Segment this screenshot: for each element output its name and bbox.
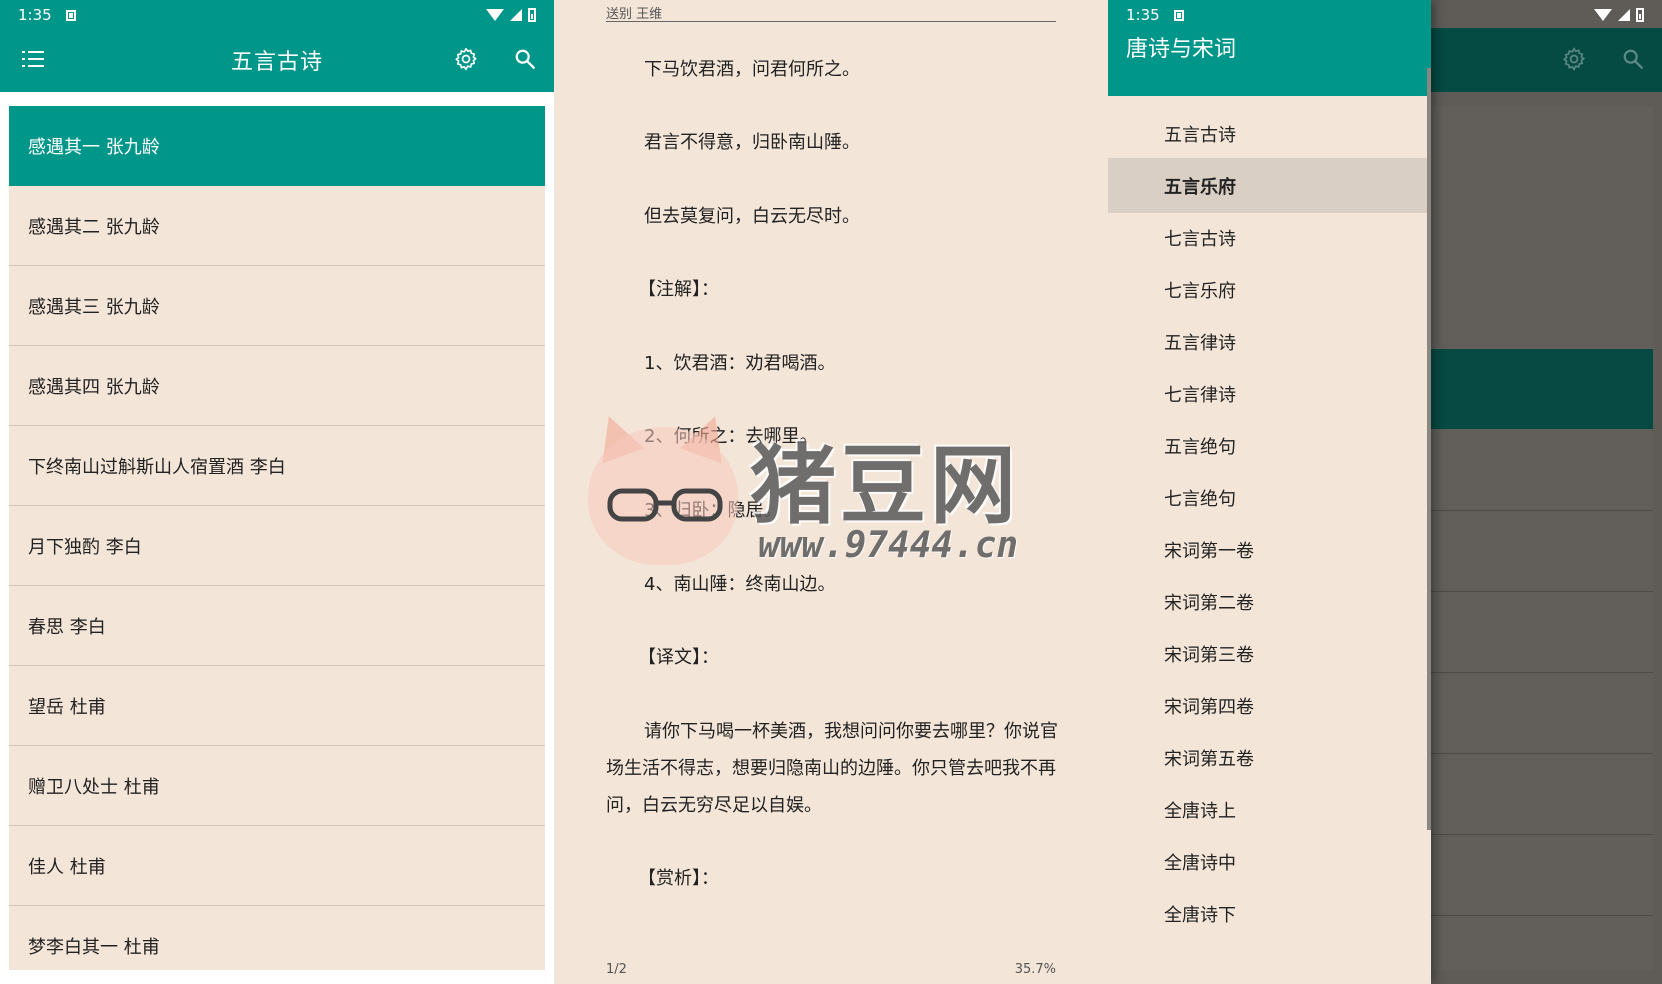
note-line: 3、归卧：隐居。 bbox=[644, 500, 782, 521]
notification-icon bbox=[1173, 9, 1184, 21]
status-time: 1:35 bbox=[1126, 6, 1160, 24]
navigation-drawer: 1:35 唐诗与宋词 五言古诗五言乐府七言古诗七言乐府五言律诗七言律诗五言绝句七… bbox=[1108, 0, 1644, 984]
notes-heading: 【注解】： bbox=[638, 279, 719, 300]
drawer-item[interactable]: 宋词第二卷 bbox=[1108, 574, 1431, 629]
note-line: 4、南山陲：终南山边。 bbox=[644, 574, 836, 595]
list-item[interactable]: 赠卫八处士 杜甫 bbox=[9, 746, 545, 826]
list-item-label: 感遇其三 张九龄 bbox=[28, 296, 160, 318]
drawer-item-label: 全唐诗下 bbox=[1164, 904, 1236, 926]
progress-indicator: 35.7% bbox=[1014, 962, 1056, 977]
drawer-item-label: 宋词第二卷 bbox=[1164, 592, 1254, 614]
list-item[interactable]: 感遇其四 张九龄 bbox=[9, 346, 545, 426]
list-item-label: 感遇其四 张九龄 bbox=[28, 376, 160, 398]
list-item-label: 感遇其一 张九龄 bbox=[28, 137, 160, 158]
drawer-item[interactable]: 七言乐府 bbox=[1108, 262, 1431, 317]
drawer-item-label: 全唐诗上 bbox=[1164, 800, 1236, 822]
drawer-item-label: 宋词第三卷 bbox=[1164, 644, 1254, 666]
list-item[interactable]: 下终南山过斛斯山人宿置酒 李白 bbox=[9, 426, 545, 506]
poem-list-screen: 1:35 五言古诗 感遇其一 张九龄 感遇其二 张九龄 感遇其三 张九龄 感遇其四 张… bbox=[0, 0, 554, 984]
drawer-item[interactable]: 五言乐府 bbox=[1108, 158, 1431, 213]
poem-line: 君言不得意，归卧南山陲。 bbox=[644, 132, 860, 153]
list-item-label: 感遇其二 张九龄 bbox=[28, 216, 160, 238]
drawer-item[interactable]: 全唐诗下 bbox=[1108, 886, 1431, 941]
poem-line: 但去莫复问，白云无尽时。 bbox=[644, 206, 860, 227]
wifi-icon bbox=[1594, 9, 1612, 21]
drawer-header: 1:35 唐诗与宋词 bbox=[1108, 0, 1644, 96]
drawer-item[interactable]: 五言古诗 bbox=[1108, 106, 1431, 161]
drawer-item[interactable]: 七言绝句 bbox=[1108, 470, 1431, 525]
drawer-item[interactable]: 七言律诗 bbox=[1108, 366, 1431, 421]
reader-header: 送别 王维 bbox=[606, 7, 663, 22]
list-item-label: 赠卫八处士 杜甫 bbox=[28, 776, 160, 798]
list-item[interactable]: 望岳 杜甫 bbox=[9, 666, 545, 746]
drawer-title: 唐诗与宋词 bbox=[1126, 37, 1237, 62]
list-item[interactable]: 梦李白其一 杜甫 bbox=[9, 906, 545, 970]
drawer-screen: 1:35 唐诗与宋词 五言古诗五言乐府七言古诗七言乐府五言律诗七言律诗五言绝句七… bbox=[1108, 0, 1662, 984]
list-item-label: 望岳 杜甫 bbox=[28, 696, 106, 718]
notification-icon bbox=[65, 9, 76, 21]
drawer-item[interactable]: 七言古诗 bbox=[1108, 210, 1431, 265]
status-bar: 1:35 bbox=[1108, 0, 1662, 30]
list-item-label: 佳人 杜甫 bbox=[28, 856, 106, 878]
list-item[interactable]: 感遇其一 张九龄 bbox=[9, 106, 545, 186]
settings-gear-icon bbox=[1562, 47, 1586, 71]
list-item[interactable]: 感遇其三 张九龄 bbox=[9, 266, 545, 346]
drawer-item-label: 七言律诗 bbox=[1164, 384, 1236, 406]
drawer-item[interactable]: 宋词第四卷 bbox=[1108, 678, 1431, 733]
translation-text: 请你下马喝一杯美酒，我想问问你要去哪里？你说官场生活不得志，想要归隐南山的边陲。… bbox=[606, 721, 1058, 816]
poem-list[interactable]: 感遇其一 张九龄 感遇其二 张九龄 感遇其三 张九龄 感遇其四 张九龄下终南山过斛斯山… bbox=[9, 106, 545, 970]
drawer-item-label: 五言乐府 bbox=[1164, 176, 1236, 198]
app-bar: 1:35 五言古诗 bbox=[0, 0, 554, 92]
page-indicator: 1/2 bbox=[606, 962, 627, 977]
list-item[interactable]: 感遇其二 张九龄 bbox=[9, 186, 545, 266]
poem-line: 下马饮君酒，问君何所之。 bbox=[644, 59, 860, 80]
signal-icon bbox=[510, 9, 522, 21]
scrollbar[interactable] bbox=[1427, 68, 1431, 830]
signal-icon bbox=[1618, 9, 1630, 21]
drawer-item[interactable]: 宋词第三卷 bbox=[1108, 626, 1431, 681]
status-time: 1:35 bbox=[18, 6, 52, 24]
note-line: 1、饮君酒：劝君喝酒。 bbox=[644, 353, 836, 374]
note-line: 2、何所之：去哪里。 bbox=[644, 426, 818, 447]
status-bar: 1:35 bbox=[0, 0, 554, 30]
search-icon bbox=[1623, 49, 1643, 69]
battery-icon bbox=[528, 8, 536, 22]
translation-heading: 【译文】： bbox=[638, 647, 719, 668]
drawer-item-label: 七言古诗 bbox=[1164, 228, 1236, 250]
list-item-label: 梦李白其一 杜甫 bbox=[28, 936, 160, 958]
reader-screen[interactable]: 送别 王维 下马饮君酒，问君何所之。 君言不得意，归卧南山陲。 但去莫复问，白云… bbox=[554, 0, 1108, 984]
list-item[interactable]: 月下独酌 李白 bbox=[9, 506, 545, 586]
analysis-heading: 【赏析】： bbox=[638, 868, 719, 889]
drawer-item-label: 五言律诗 bbox=[1164, 332, 1236, 354]
battery-icon bbox=[1636, 8, 1644, 22]
drawer-item-label: 七言乐府 bbox=[1164, 280, 1236, 302]
list-item[interactable]: 春思 李白 bbox=[9, 586, 545, 666]
settings-gear-icon[interactable] bbox=[453, 46, 479, 72]
drawer-item-label: 全唐诗中 bbox=[1164, 852, 1236, 874]
drawer-item-label: 宋词第一卷 bbox=[1164, 540, 1254, 562]
drawer-item-label: 宋词第五卷 bbox=[1164, 748, 1254, 770]
drawer-item[interactable]: 全唐诗上 bbox=[1108, 782, 1431, 837]
drawer-item-label: 宋词第四卷 bbox=[1164, 696, 1254, 718]
drawer-item-label: 五言古诗 bbox=[1164, 124, 1236, 146]
drawer-item-label: 五言绝句 bbox=[1164, 436, 1236, 458]
drawer-item[interactable]: 五言绝句 bbox=[1108, 418, 1431, 473]
list-item-label: 下终南山过斛斯山人宿置酒 李白 bbox=[28, 456, 286, 478]
list-item-label: 月下独酌 李白 bbox=[28, 536, 142, 558]
drawer-item[interactable]: 全唐诗中 bbox=[1108, 834, 1431, 889]
list-item[interactable]: 佳人 杜甫 bbox=[9, 826, 545, 906]
header-divider bbox=[606, 21, 1056, 22]
drawer-item[interactable]: 宋词第五卷 bbox=[1108, 730, 1431, 785]
drawer-item[interactable]: 五言律诗 bbox=[1108, 314, 1431, 369]
drawer-item-label: 七言绝句 bbox=[1164, 488, 1236, 510]
search-icon[interactable] bbox=[514, 48, 536, 70]
wifi-icon bbox=[486, 9, 504, 21]
list-item-label: 春思 李白 bbox=[28, 616, 106, 638]
drawer-item[interactable]: 宋词第一卷 bbox=[1108, 522, 1431, 577]
